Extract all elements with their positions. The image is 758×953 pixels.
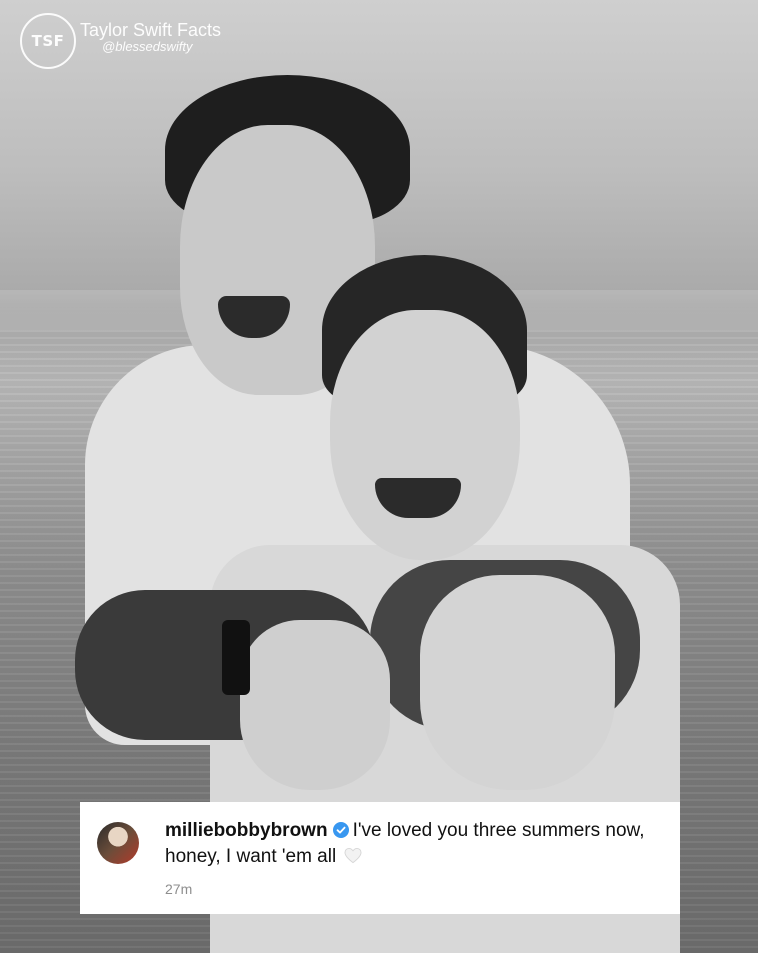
caption-line-2: honey, I want 'em all (165, 846, 337, 867)
watermark: TSF Taylor Swift Facts @blessedswifty (20, 13, 221, 69)
timestamp: 27m (165, 881, 193, 897)
woman-hand-left (240, 620, 390, 790)
photo-post: TSF Taylor Swift Facts @blessedswifty mi… (0, 0, 758, 953)
verified-badge-icon (332, 822, 349, 838)
caption-line-1: I've loved you three summers now, (352, 820, 645, 841)
woman-face (330, 310, 520, 560)
username-link[interactable]: milliebobbybrown (165, 820, 328, 841)
instagram-caption-card: milliebobbybrown I've loved you three sum… (80, 802, 680, 914)
woman-hand-ring (420, 575, 615, 790)
watermark-handle: @blessedswifty (102, 39, 193, 54)
white-heart-icon (344, 847, 362, 864)
watermark-name: Taylor Swift Facts (80, 20, 222, 40)
caption-text: milliebobbybrown I've loved you three sum… (165, 818, 665, 870)
tsf-logo: TSF (20, 13, 76, 69)
wristwatch (222, 620, 250, 695)
avatar[interactable] (97, 822, 139, 864)
